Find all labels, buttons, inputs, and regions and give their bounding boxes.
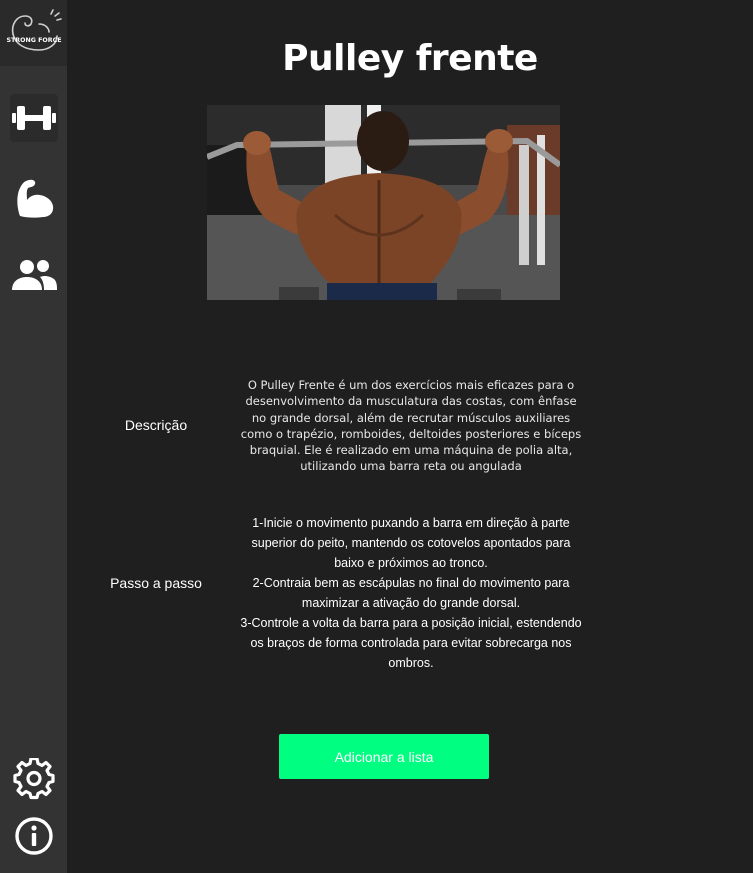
sidebar: STRONG FORCE bbox=[0, 0, 67, 873]
exercise-image bbox=[207, 105, 560, 300]
nav-item-community[interactable] bbox=[10, 251, 58, 299]
steps-list: 1-Inicie o movimento puxando a barra em … bbox=[240, 513, 582, 673]
svg-text:STRONG FORCE: STRONG FORCE bbox=[6, 37, 61, 44]
nav-item-settings[interactable] bbox=[10, 755, 58, 803]
add-to-list-button[interactable]: Adicionar a lista bbox=[279, 734, 489, 779]
app-logo[interactable]: STRONG FORCE bbox=[0, 0, 67, 66]
page-title: Pulley frente bbox=[282, 38, 538, 79]
dumbbell-icon bbox=[12, 106, 56, 130]
steps-label: Passo a passo bbox=[110, 575, 202, 591]
gear-icon bbox=[13, 758, 55, 800]
nav-item-exercises[interactable] bbox=[10, 94, 58, 142]
nav-item-workouts[interactable] bbox=[10, 174, 58, 222]
description-text: O Pulley Frente é um dos exercícios mais… bbox=[240, 378, 582, 474]
strong-force-logo-icon: STRONG FORCE bbox=[6, 9, 62, 51]
step-item: 3-Controle a volta da barra para a posiç… bbox=[240, 616, 582, 670]
info-icon bbox=[15, 817, 53, 855]
users-icon bbox=[12, 260, 57, 290]
step-item: 1-Inicie o movimento puxando a barra em … bbox=[251, 516, 571, 570]
flexed-bicep-icon bbox=[17, 179, 54, 218]
description-label: Descrição bbox=[124, 417, 188, 433]
lat-pulldown-photo bbox=[207, 105, 560, 300]
step-item: 2-Contraia bem as escápulas no final do … bbox=[252, 576, 570, 610]
nav-item-about[interactable] bbox=[10, 812, 58, 860]
